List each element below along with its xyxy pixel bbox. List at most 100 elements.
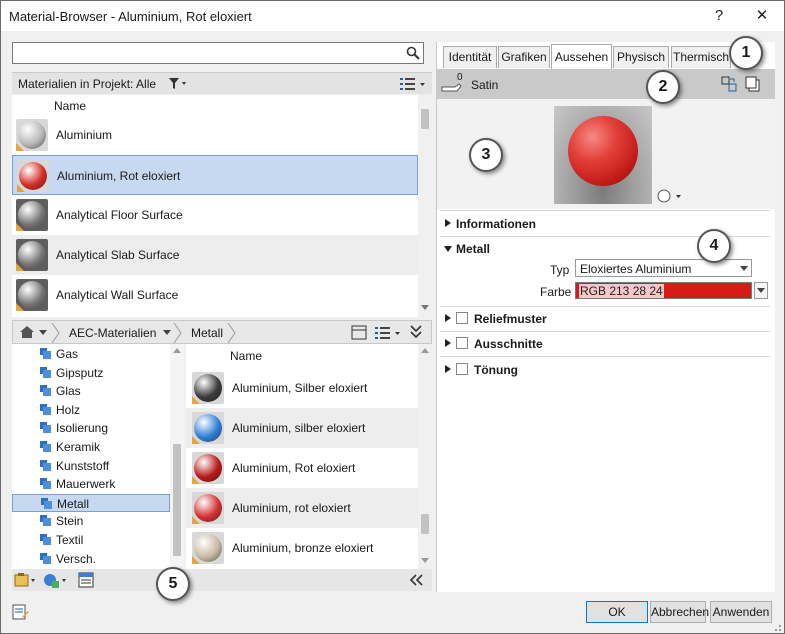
resize-grip-icon[interactable] xyxy=(770,620,782,632)
collapse-arrow-icon xyxy=(444,246,452,252)
list-item[interactable]: Aluminium, bronze eloxiert xyxy=(186,528,418,568)
cutouts-checkbox[interactable] xyxy=(456,337,468,349)
tab-grafiken[interactable]: Grafiken xyxy=(498,46,550,68)
material-name: Aluminium, silber eloxiert xyxy=(232,421,366,435)
material-preview-sphere xyxy=(568,116,638,186)
callout-4: 4 xyxy=(697,229,731,263)
tree-item-gas[interactable]: Gas xyxy=(12,345,170,363)
scroll-down-icon[interactable] xyxy=(421,305,429,311)
apply-button[interactable]: Anwenden xyxy=(710,601,772,623)
divider xyxy=(440,331,770,332)
collapse-library-icon[interactable] xyxy=(409,324,423,340)
tree-item-gipsputz[interactable]: Gipsputz xyxy=(12,364,170,382)
breadcrumb-separator-icon xyxy=(51,323,60,343)
view-options-icon[interactable] xyxy=(398,76,428,92)
tab-thermisch[interactable]: Thermisch xyxy=(671,46,731,68)
tree-item-label: Versch. xyxy=(56,551,97,566)
library-corner-icon xyxy=(192,436,200,444)
tree-item-textil[interactable]: Textil xyxy=(12,531,170,549)
tree-item-stein[interactable]: Stein xyxy=(12,512,170,530)
cancel-button[interactable]: Abbrechen xyxy=(650,601,709,623)
create-material-icon[interactable] xyxy=(42,572,68,588)
help-button[interactable]: ? xyxy=(699,1,739,31)
preview-options-icon[interactable] xyxy=(656,188,686,204)
category-icon xyxy=(40,552,51,564)
project-list-scrollbar[interactable] xyxy=(418,95,432,317)
type-select-value: Eloxiertes Aluminium xyxy=(580,262,692,276)
library-corner-icon xyxy=(16,303,24,311)
chevron-down-icon[interactable] xyxy=(163,330,171,336)
scroll-thumb[interactable] xyxy=(421,109,429,129)
scroll-down-icon[interactable] xyxy=(421,558,429,564)
filter-icon[interactable] xyxy=(168,77,188,91)
tree-item-label: Stein xyxy=(56,514,84,529)
material-thumbnail xyxy=(192,532,224,564)
tree-item-label: Kunststoff xyxy=(56,458,110,473)
scroll-thumb[interactable] xyxy=(173,444,181,556)
replace-asset-icon[interactable] xyxy=(721,76,737,92)
category-icon xyxy=(40,403,51,415)
home-icon[interactable] xyxy=(19,325,35,339)
list-item[interactable]: Aluminium, silber eloxiert xyxy=(186,408,418,448)
tree-item-kunststoff[interactable]: Kunststoff xyxy=(12,457,170,475)
library-corner-icon xyxy=(16,143,24,151)
scroll-up-icon[interactable] xyxy=(421,348,429,354)
panel-toggle-icon[interactable] xyxy=(351,325,367,340)
breadcrumb-item-library[interactable]: AEC-Materialien xyxy=(69,326,156,340)
tab-aussehen[interactable]: Aussehen xyxy=(551,44,612,69)
tint-checkbox[interactable] xyxy=(456,363,468,375)
scroll-thumb[interactable] xyxy=(421,514,429,534)
type-select[interactable]: Eloxiertes Aluminium xyxy=(575,259,752,277)
name-column-header[interactable]: Name xyxy=(230,349,262,363)
tree-item-versch[interactable]: Versch. xyxy=(12,550,170,568)
collapse-left-icon[interactable] xyxy=(408,574,424,586)
list-item[interactable]: Aluminium xyxy=(12,115,418,155)
material-name: Aluminium, Silber eloxiert xyxy=(232,381,368,395)
breadcrumb-separator-icon xyxy=(173,323,182,343)
name-column-header[interactable]: Name xyxy=(54,99,86,113)
list-item[interactable]: Aluminium, Rot eloxiert xyxy=(186,448,418,488)
breadcrumb-separator-icon xyxy=(227,323,236,343)
list-item[interactable]: Aluminium, Rot eloxiert xyxy=(12,155,418,195)
list-item[interactable]: Analytical Wall Surface xyxy=(12,275,418,315)
view-options-icon[interactable] xyxy=(373,325,403,341)
tree-item-holz[interactable]: Holz xyxy=(12,401,170,419)
tree-item-mauerwerk[interactable]: Mauerwerk xyxy=(12,475,170,493)
callout-2: 2 xyxy=(646,70,680,104)
duplicate-asset-icon[interactable] xyxy=(745,76,761,92)
open-library-icon[interactable] xyxy=(14,572,36,588)
tree-item-label: Gipsputz xyxy=(56,365,104,380)
usage-count: 0 xyxy=(457,72,463,83)
tab-physisch[interactable]: Physisch xyxy=(613,46,669,68)
relief-checkbox[interactable] xyxy=(456,312,468,324)
tree-item-isolierung[interactable]: Isolierung xyxy=(12,419,170,437)
material-name: Aluminium, Rot eloxiert xyxy=(57,169,181,183)
library-list-scrollbar[interactable] xyxy=(418,344,432,569)
tab-identitt[interactable]: Identität xyxy=(443,46,497,68)
search-input[interactable] xyxy=(12,42,424,64)
library-tree: Gas Gipsputz Glas Holz Isolierung Keramik Kuns… xyxy=(12,344,184,569)
search-icon xyxy=(406,46,420,60)
library-corner-icon xyxy=(17,184,25,192)
material-editor-icon[interactable] xyxy=(78,572,94,588)
color-dropdown-button[interactable] xyxy=(754,282,768,299)
close-button[interactable]: ✕ xyxy=(742,1,782,31)
ok-button[interactable]: OK xyxy=(586,601,648,623)
breadcrumb-item-category[interactable]: Metall xyxy=(191,326,223,340)
list-item[interactable]: Analytical Slab Surface xyxy=(12,235,418,275)
list-item[interactable]: Aluminium, rot eloxiert xyxy=(186,488,418,528)
scroll-up-icon[interactable] xyxy=(173,348,181,354)
category-icon xyxy=(40,515,51,527)
color-swatch-field[interactable]: RGB 213 28 24 xyxy=(575,282,752,299)
list-item[interactable]: Analytical Floor Surface xyxy=(12,195,418,235)
tree-scrollbar[interactable] xyxy=(170,344,184,569)
category-icon xyxy=(41,497,52,509)
edit-icon[interactable] xyxy=(12,603,30,621)
project-filter-bar: Materialien in Projekt: Alle xyxy=(12,72,432,94)
tree-item-metall[interactable]: Metall xyxy=(12,493,170,512)
tree-item-glas[interactable]: Glas xyxy=(12,382,170,400)
tree-item-keramik[interactable]: Keramik xyxy=(12,438,170,456)
chevron-down-icon[interactable] xyxy=(39,330,47,336)
divider xyxy=(440,210,770,211)
list-item[interactable]: Aluminium, Silber eloxiert xyxy=(186,368,418,408)
